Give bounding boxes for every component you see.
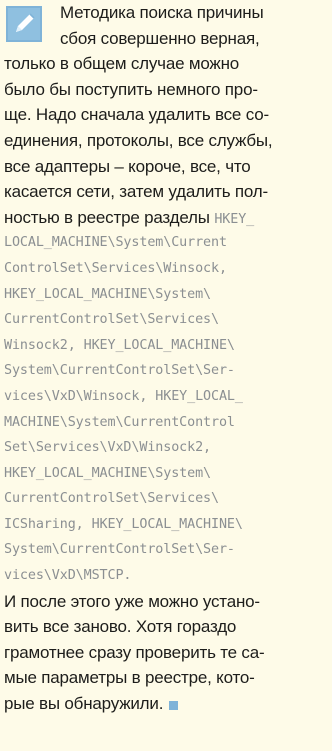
intro-paragraph: Методика поиска причины сбоя совершенно … (4, 0, 320, 230)
registry-path-line: LOCAL_MACHINE\System\Current (4, 235, 227, 251)
text-line: единения, протоколы, все службы, (4, 130, 273, 150)
pencil-icon (6, 6, 42, 42)
registry-key-segment: HKEY_ (214, 211, 255, 227)
registry-path-line: MACHINE\System\CurrentControl (4, 414, 235, 430)
text-line: Методика поиска причины (60, 3, 264, 22)
article-column: Методика поиска причины сбоя совершенно … (0, 0, 324, 751)
registry-path-line: System\CurrentControlSet\Ser- (4, 542, 235, 558)
registry-path-line: HKEY_LOCAL_MACHINE\System\ (4, 465, 212, 481)
text-line: было бы поступить немного про- (4, 79, 258, 99)
text-line: грамотнее сразу проверить те са- (4, 642, 265, 662)
text-line: касается сети, затем удалить пол- (4, 182, 268, 202)
mixed-text-line: ностью в реестре разделы HKEY_ (4, 205, 320, 231)
text-line: мые параметры в реестре, кото- (4, 668, 255, 688)
text-line: все адаптеры – короче, все, что (4, 156, 251, 176)
text-line: И после этого уже можно устано- (4, 591, 260, 611)
text-segment: рые вы обнаружили. (4, 694, 164, 714)
registry-path-line: CurrentControlSet\Services\ (4, 491, 219, 507)
registry-path-line: Set\Services\VxD\Winsock2, (4, 440, 212, 456)
end-of-article-square-icon (169, 700, 179, 710)
closing-paragraph: И после этого уже можно устано- вить все… (4, 589, 320, 717)
last-text-line: рые вы обнаружили. (4, 691, 320, 717)
registry-path-line: System\CurrentControlSet\Ser- (4, 363, 235, 379)
registry-path-line: CurrentControlSet\Services\ (4, 312, 219, 328)
registry-path-line: ICSharing, HKEY_LOCAL_MACHINE\ (4, 516, 243, 532)
text-line: сбоя совершенно верная, (60, 28, 260, 48)
registry-path-line: HKEY_LOCAL_MACHINE\System\ (4, 286, 212, 302)
text-line: только в общем случае можно (4, 54, 240, 74)
text-line: ще. Надо сначала удалить все со- (4, 105, 269, 125)
registry-paths: LOCAL_MACHINE\System\Current ControlSet\… (4, 230, 320, 588)
registry-path-line: vices\VxD\MSTCP. (4, 568, 132, 584)
registry-path-line: ControlSet\Services\Winsock, (4, 260, 227, 276)
registry-path-line: Winsock2, HKEY_LOCAL_MACHINE\ (4, 337, 235, 353)
text-segment: ностью в реестре разделы (4, 207, 215, 227)
registry-path-line: vices\VxD\Winsock, HKEY_LOCAL_ (4, 388, 243, 404)
text-line: вить все заново. Хотя гораздо (4, 617, 237, 637)
